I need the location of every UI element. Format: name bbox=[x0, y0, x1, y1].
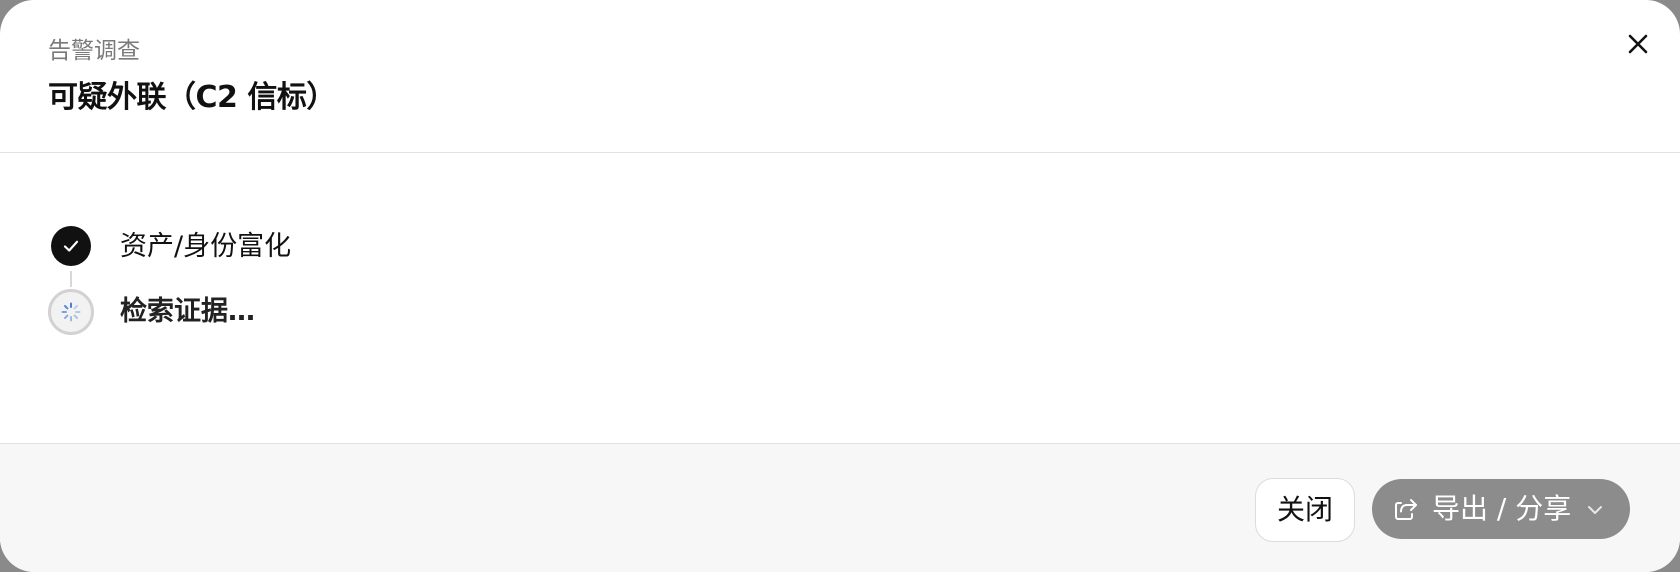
step-label: 资产/身份富化 bbox=[120, 231, 292, 262]
chevron-down-icon bbox=[1586, 501, 1604, 523]
step-connector bbox=[70, 271, 72, 287]
export-share-label: 导出 / 分享 bbox=[1432, 492, 1572, 525]
close-icon[interactable] bbox=[1620, 26, 1656, 62]
step-label: 检索证据… bbox=[120, 296, 255, 327]
dialog-eyebrow: 告警调查 bbox=[48, 38, 140, 64]
check-icon bbox=[51, 226, 91, 266]
dialog-header: 告警调查 可疑外联（C2 信标） bbox=[0, 0, 1680, 153]
dialog-title: 可疑外联（C2 信标） bbox=[48, 80, 336, 115]
close-button[interactable]: 关闭 bbox=[1255, 478, 1355, 542]
dialog-footer: 关闭 导出 / 分享 bbox=[0, 443, 1680, 572]
export-share-button[interactable]: 导出 / 分享 bbox=[1372, 479, 1630, 539]
spinner-icon bbox=[48, 289, 94, 335]
investigation-dialog: 告警调查 可疑外联（C2 信标） 资产/身份富化 检索证据… 关闭 导出 / 分… bbox=[0, 0, 1680, 572]
dialog-body: 资产/身份富化 检索证据… bbox=[0, 153, 1680, 443]
share-icon bbox=[1392, 495, 1420, 527]
